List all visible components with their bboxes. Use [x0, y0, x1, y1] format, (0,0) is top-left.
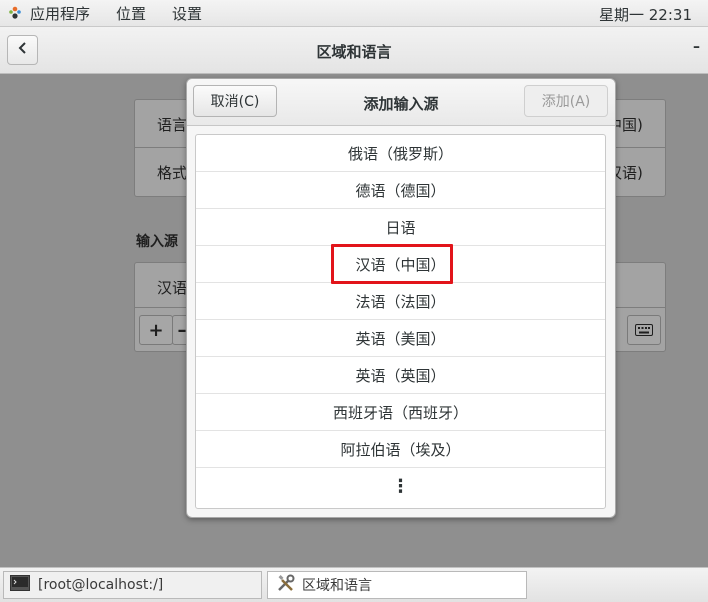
taskbar-terminal[interactable]: [root@localhost:/] [3, 571, 262, 599]
input-sources-heading: 输入源 [136, 234, 178, 250]
list-item-chinese-china[interactable]: 汉语（中国） [196, 246, 605, 283]
input-source-list: 俄语（俄罗斯） 德语（德国） 日语 汉语（中国） 法语（法国） 英语（美国） 英… [195, 134, 606, 509]
add-button[interactable]: 添加(A) [524, 85, 608, 117]
applications-menu-label: 应用程序 [30, 4, 91, 23]
top-bar: 应用程序 位置 设置 星期一 22:31 [0, 0, 708, 27]
window-title: 区域和语言 [316, 43, 392, 61]
add-input-source-button[interactable]: + [139, 315, 173, 345]
keyboard-layout-button[interactable] [627, 315, 661, 345]
window-header: 区域和语言 – [0, 27, 708, 74]
list-item[interactable]: 英语（美国） [196, 320, 605, 357]
settings-tools-icon [276, 573, 296, 597]
list-item[interactable]: 日语 [196, 209, 605, 246]
places-menu[interactable]: 位置 [116, 3, 146, 24]
more-options-icon[interactable]: ⋮ [196, 468, 605, 505]
keyboard-icon [635, 320, 653, 341]
language-label: 语言 [157, 116, 188, 134]
gnome-foot-icon [8, 6, 22, 20]
formats-label: 格式 [157, 164, 188, 182]
list-item[interactable]: 法语（法国） [196, 283, 605, 320]
list-item[interactable]: 西班牙语（西班牙） [196, 394, 605, 431]
settings-menu[interactable]: 设置 [172, 3, 202, 24]
clock[interactable]: 星期一 22:31 [599, 4, 692, 25]
taskbar-region-language[interactable]: 区域和语言 [267, 571, 527, 599]
minimize-button[interactable]: – [693, 39, 700, 55]
vertical-ellipsis-icon: ⋮ [391, 476, 410, 497]
terminal-icon [10, 575, 30, 595]
taskbar-region-language-label: 区域和语言 [302, 578, 372, 594]
applications-menu[interactable]: 应用程序 [8, 3, 116, 24]
list-item[interactable]: 德语（德国） [196, 172, 605, 209]
plus-icon: + [148, 319, 164, 341]
taskbar-terminal-label: [root@localhost:/] [38, 577, 164, 593]
list-item[interactable]: 俄语（俄罗斯） [196, 135, 605, 172]
taskbar: [root@localhost:/] 区域和语言 [0, 567, 708, 602]
add-input-source-dialog: 取消(C) 添加输入源 添加(A) 俄语（俄罗斯） 德语（德国） 日语 汉语（中… [186, 78, 616, 518]
dialog-header: 取消(C) 添加输入源 添加(A) [187, 79, 615, 126]
input-source-item[interactable]: 汉语 [157, 277, 187, 298]
list-item[interactable]: 阿拉伯语（埃及） [196, 431, 605, 468]
list-item[interactable]: 英语（英国） [196, 357, 605, 394]
